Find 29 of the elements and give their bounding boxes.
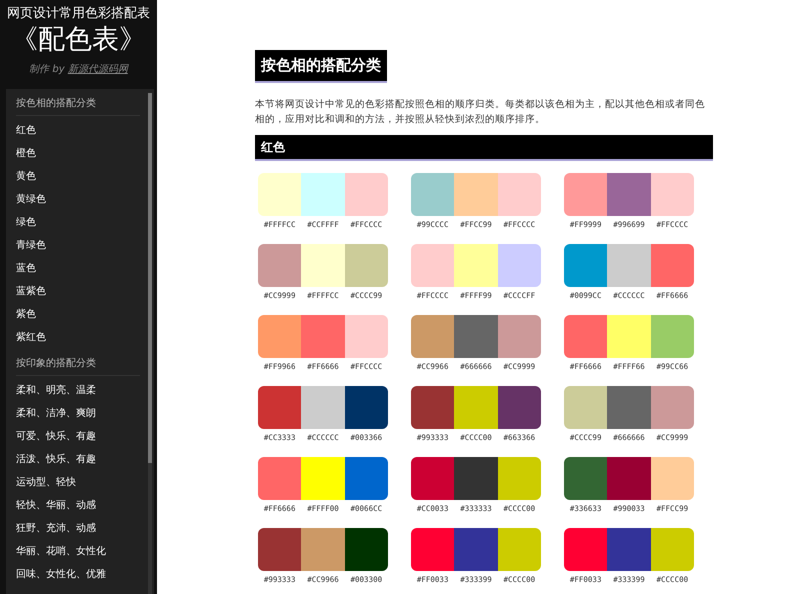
sidebar-item[interactable]: 活泼、快乐、有趣 [16, 448, 140, 471]
intro-paragraph: 本节将网页设计中常见的色彩搭配按照色相的顺序归类。每类都以该色相为主，配以其他色相或者同色相的，应用对比和调和的方法，并按照从轻快到浓烈的顺序排序。 [255, 98, 706, 126]
credit-text: 制作 by [29, 64, 66, 75]
site-title: 网页设计常用色彩搭配表 [7, 5, 150, 23]
sidebar-item[interactable]: 运动型、轻快 [16, 470, 140, 494]
sidebar-item[interactable]: 黄绿色 [16, 188, 140, 211]
sidebar-item[interactable]: 华丽、花哨、女性化 [16, 540, 140, 563]
sidebar-item[interactable]: 紫红色 [16, 326, 140, 349]
sidebar-item[interactable]: 柔和、洁净、爽朗 [16, 402, 140, 425]
sidebar-item[interactable]: 蓝紫色 [16, 280, 140, 303]
sidebar-item[interactable]: 狂野、充沛、动感 [16, 516, 140, 540]
page-heading: 按色相的搭配分类 [255, 50, 387, 82]
site-logo: 《配色表》 [11, 24, 146, 56]
credit-link[interactable]: 新源代源码网 [68, 64, 128, 75]
sidebar-heading: 按印象的搭配分类 [16, 348, 140, 376]
section-title: 红色 [255, 134, 713, 160]
sidebar-item[interactable]: 蓝色 [16, 256, 140, 280]
scrollbar-thumb[interactable] [148, 92, 152, 463]
sidebar-item[interactable]: 红色 [16, 118, 140, 142]
sidebar-item[interactable]: 黄色 [16, 164, 140, 188]
sidebar-item[interactable]: 绿色 [16, 210, 140, 234]
sidebar-item[interactable]: 轻快、华丽、动感 [16, 494, 140, 517]
sidebar-item[interactable]: 回味、女性化、优雅 [16, 562, 140, 586]
sidebar-item[interactable]: 青绿色 [16, 234, 140, 257]
sidebar-heading: 按色相的搭配分类 [16, 88, 140, 116]
sidebar-item[interactable]: 紫色 [16, 302, 140, 326]
sidebar-item[interactable]: 柔和、明亮、温柔 [16, 378, 140, 402]
sidebar-item[interactable]: 可爱、快乐、有趣 [16, 424, 140, 448]
sidebar-item[interactable]: 橙色 [16, 142, 140, 165]
